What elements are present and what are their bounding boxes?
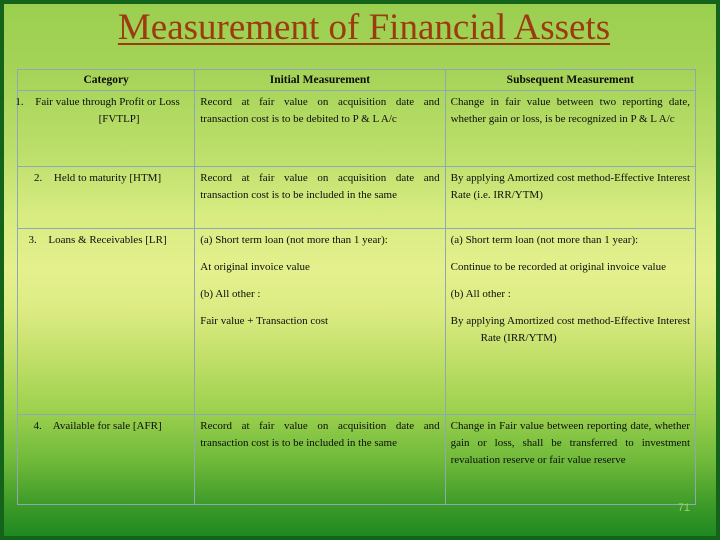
cell-category-4: 4. Available for sale [AFR] [16,414,196,505]
cell-initial-1: Record at fair value on acquisition date… [194,90,446,167]
table-body: 1. Fair value through Profit or Loss [FV… [15,90,697,505]
slide-canvas: Measurement of Financial Assets Category… [0,0,720,540]
cell-category-3: 3. Loans & Receivables [LR] [16,228,196,415]
category-text-3: Loans & Receivables [LR] [48,234,167,246]
category-text-4: Available for sale [AFR] [52,420,162,432]
column-header-subsequent-measurement: Subsequent Measurement [444,69,697,91]
category-text-1: Fair value through Profit or Loss [FVTLP… [35,96,180,125]
category-label-4: 4. Available for sale [AFR] [33,420,162,432]
measurement-table: Category Initial Measurement Subsequent … [15,69,697,505]
initial-text-1: Record at fair value on acquisition date… [200,96,440,125]
subsequent-text-2: By applying Amortized cost method-Effect… [450,172,690,201]
cell-initial-2: Record at fair value on acquisition date… [194,166,446,229]
cell-category-1: 1. Fair value through Profit or Loss [FV… [15,90,196,167]
initial-3-item-a-label: (a) Short term loan (not more than 1 yea… [200,234,388,246]
table-row: 2. Held to maturity [HTM] Record at fair… [16,166,697,229]
cell-subsequent-4: Change in Fair value between reporting d… [444,414,697,505]
table-header-row: Category Initial Measurement Subsequent … [16,69,697,91]
cell-subsequent-2: By applying Amortized cost method-Effect… [444,166,697,229]
cell-initial-3: (a) Short term loan (not more than 1 yea… [194,228,446,415]
subsequent-text-1: Change in fair value between two reporti… [450,96,690,125]
table-row: 1. Fair value through Profit or Loss [FV… [15,90,697,167]
table-header: Category Initial Measurement Subsequent … [16,69,697,91]
page-title-container: Measurement of Financial Assets [4,6,716,50]
subsequent-3-item-b-label: (b) All other : [450,288,511,300]
subsequent-3-item-b-text: By applying Amortized cost method-Effect… [450,315,690,344]
column-header-category: Category [16,69,196,91]
page-title: Measurement of Financial Assets [117,7,611,48]
cell-category-2: 2. Held to maturity [HTM] [16,166,196,229]
initial-3-item-b-label: (b) All other : [200,288,261,300]
cell-subsequent-1: Change in fair value between two reporti… [444,90,697,167]
category-label-2: 2. Held to maturity [HTM] [34,172,162,184]
initial-3-item-a-text: At original invoice value [200,261,310,273]
table-row: 4. Available for sale [AFR] Record at fa… [16,414,697,505]
table-row: 3. Loans & Receivables [LR] (a) Short te… [16,228,697,415]
page-number: 71 [677,502,690,514]
category-text-2: Held to maturity [HTM] [53,172,162,184]
cell-subsequent-3: (a) Short term loan (not more than 1 yea… [444,228,697,415]
initial-text-4: Record at fair value on acquisition date… [200,420,440,449]
cell-initial-4: Record at fair value on acquisition date… [194,414,446,505]
subsequent-text-4: Change in Fair value between reporting d… [450,420,690,466]
initial-3-item-b-text: Fair value + Transaction cost [200,315,329,327]
initial-text-2: Record at fair value on acquisition date… [200,172,440,201]
subsequent-3-item-a-text: Continue to be recorded at original invo… [450,261,666,273]
category-label-3: 3. Loans & Receivables [LR] [28,234,167,246]
category-label-1: 1. Fair value through Profit or Loss [FV… [15,96,180,125]
column-header-initial-measurement: Initial Measurement [194,69,446,91]
subsequent-3-item-a-label: (a) Short term loan (not more than 1 yea… [450,234,639,246]
